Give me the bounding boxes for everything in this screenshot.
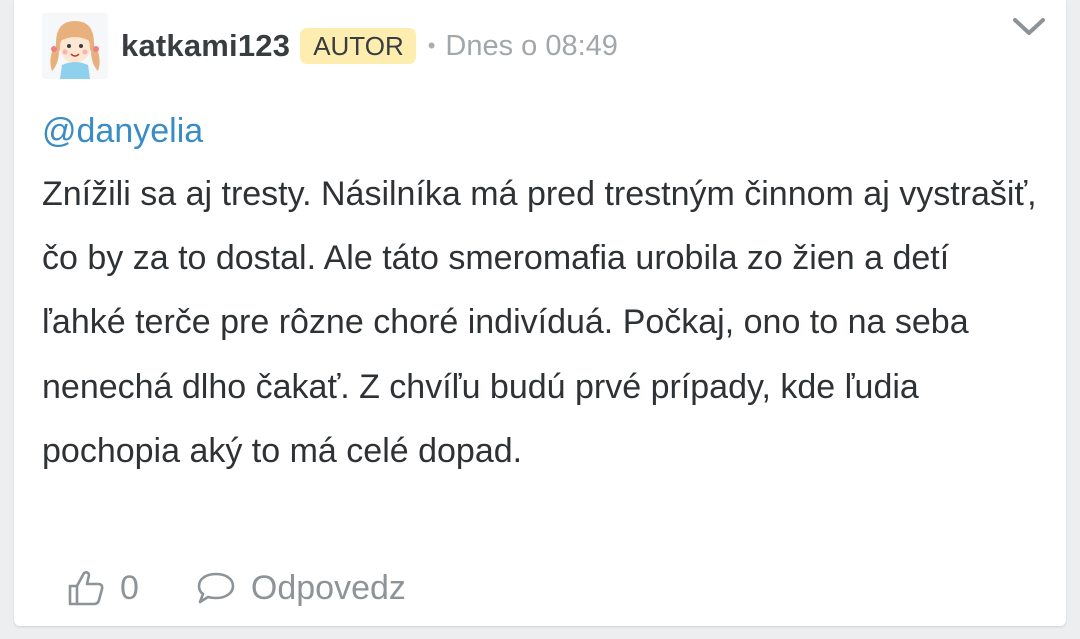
comment-header: katkami123 AUTOR • Dnes o 08:49: [42, 12, 1046, 80]
comment-actions: 0 Odpovedz: [66, 560, 406, 616]
avatar[interactable]: [42, 13, 108, 79]
mention-link[interactable]: @danyelia: [42, 112, 203, 151]
thumbs-up-icon: [68, 571, 104, 606]
comment-text: Znížili sa aj tresty. Násilníka má pred …: [42, 175, 1037, 470]
comment-timestamp: Dnes o 08:49: [445, 29, 618, 62]
author-username[interactable]: katkami123: [121, 28, 290, 64]
reply-label: Odpovedz: [250, 568, 406, 607]
like-button[interactable]: 0: [66, 568, 139, 608]
chevron-down-icon[interactable]: [1010, 14, 1048, 40]
cartoon-girl-avatar-icon: [42, 13, 108, 79]
reply-button[interactable]: Odpovedz: [195, 569, 406, 608]
speech-bubble-icon: [197, 572, 235, 604]
comment-card: katkami123 AUTOR • Dnes o 08:49 @danyeli…: [14, 0, 1066, 626]
author-badge: AUTOR: [300, 28, 416, 64]
like-count: 0: [120, 568, 139, 607]
separator-dot: •: [427, 33, 436, 58]
